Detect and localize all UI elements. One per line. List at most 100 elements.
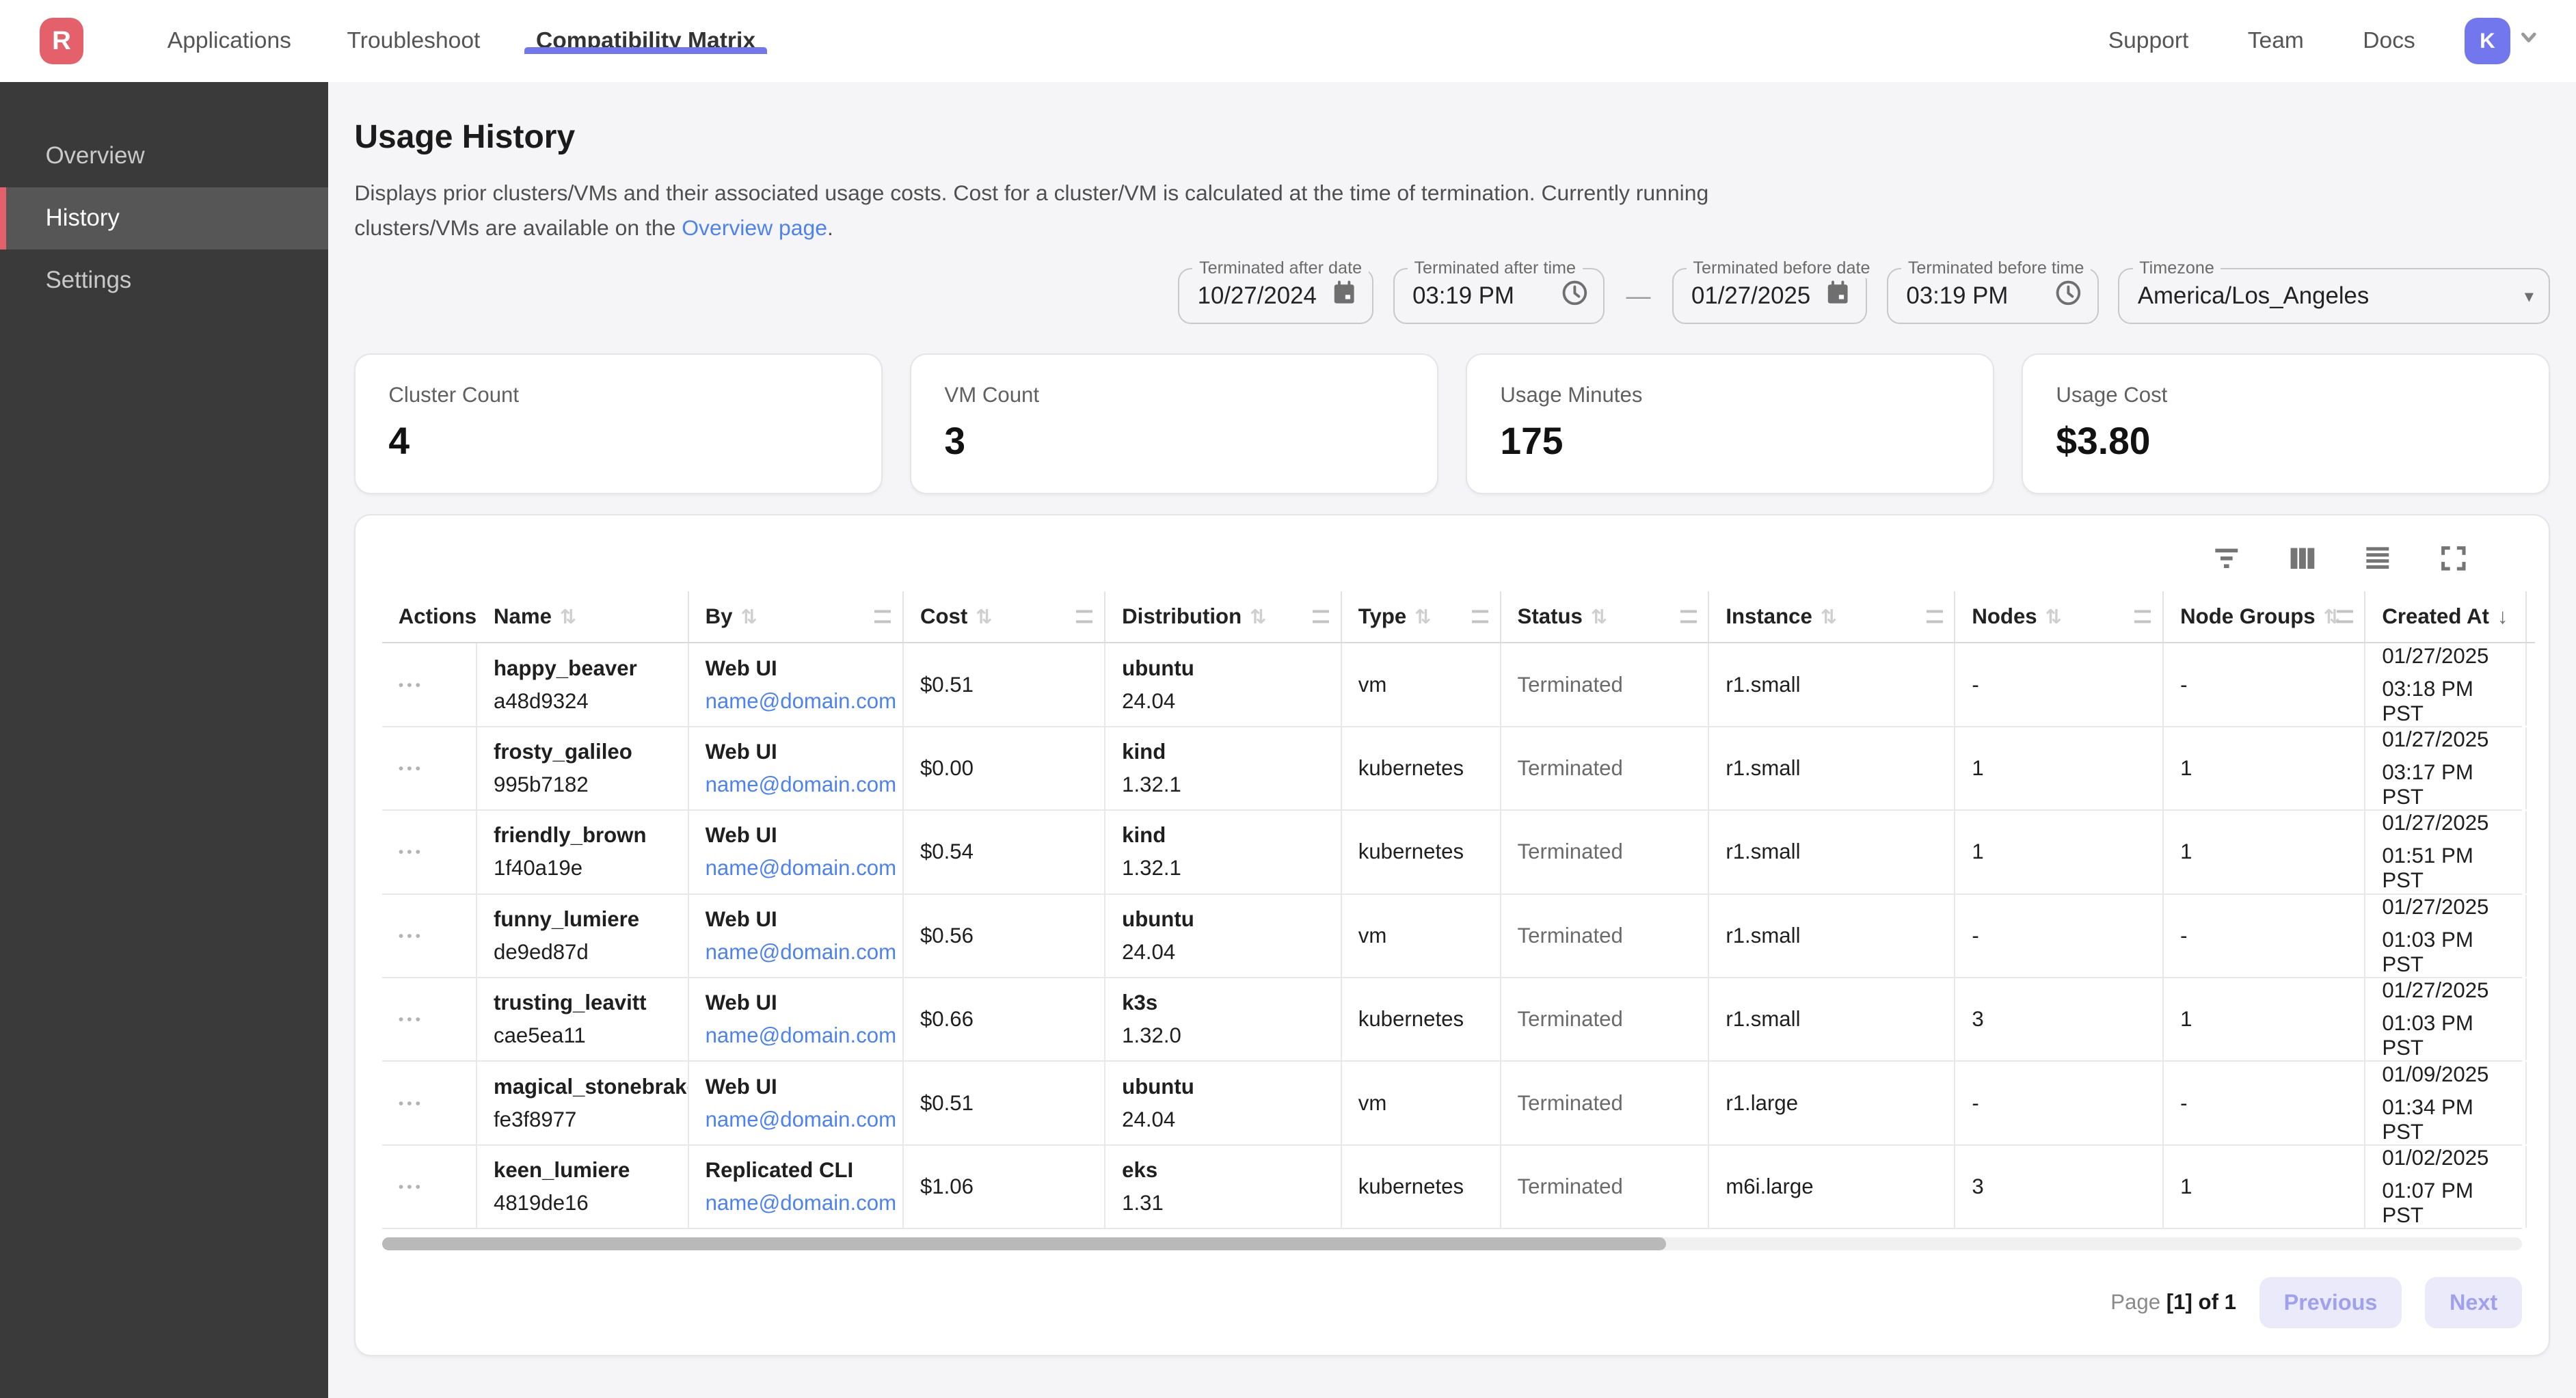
terminated-after-date-value[interactable]: 10/27/2024: [1198, 282, 1318, 310]
distribution-name: eks: [1122, 1158, 1324, 1183]
created-by-email-link[interactable]: name@domain.com: [706, 772, 886, 797]
row-actions-button[interactable]: •••: [399, 843, 459, 861]
cell-instance: m6i.large: [1709, 1146, 1955, 1228]
sort-icon[interactable]: ⇅: [2045, 605, 2062, 629]
column-menu-icon[interactable]: [1927, 610, 1943, 623]
calendar-icon[interactable]: [1318, 280, 1358, 312]
created-by: Web UI: [706, 907, 886, 932]
terminated-before-date-input[interactable]: Terminated before date 01/27/2025: [1672, 268, 1868, 324]
distribution-name: kind: [1122, 740, 1324, 764]
created-by-email-link[interactable]: name@domain.com: [706, 1107, 886, 1132]
sort-icon[interactable]: ⇅: [1821, 605, 1837, 629]
sort-icon[interactable]: ⇅: [740, 605, 757, 629]
page-description: Displays prior clusters/VMs and their as…: [354, 176, 2549, 245]
node-groups-value: -: [2180, 924, 2348, 948]
cell-actions: •••: [382, 978, 477, 1060]
distribution-version: 1.32.1: [1122, 772, 1324, 797]
column-menu-icon[interactable]: [1680, 610, 1697, 623]
row-actions-button[interactable]: •••: [399, 1178, 459, 1196]
column-header[interactable]: Cost ⇅: [904, 591, 1105, 643]
distribution-name: ubuntu: [1122, 1075, 1324, 1099]
sort-icon[interactable]: ⇅: [1591, 605, 1607, 629]
timezone-value[interactable]: America/Los_Angeles: [2138, 282, 2512, 310]
created-by-email-link[interactable]: name@domain.com: [706, 689, 886, 714]
column-menu-icon[interactable]: [1472, 610, 1488, 623]
terminated-before-time-input[interactable]: Terminated before time 03:19 PM: [1887, 268, 2099, 324]
column-header-label: Cost: [920, 604, 967, 629]
column-header[interactable]: Name ⇅: [477, 591, 689, 643]
clock-icon[interactable]: [2041, 279, 2082, 314]
overview-page-link[interactable]: Overview page: [682, 215, 827, 240]
column-header[interactable]: Type ⇅: [1342, 591, 1501, 643]
columns-icon[interactable]: [2286, 542, 2319, 575]
column-menu-icon[interactable]: [1313, 610, 1329, 623]
replicated-logo[interactable]: R: [40, 18, 84, 64]
sidebar-item-settings[interactable]: Settings: [0, 250, 328, 312]
sidebar-item-overview[interactable]: Overview: [0, 124, 328, 187]
nav-tab-applications[interactable]: Applications: [139, 28, 319, 54]
distribution-name: kind: [1122, 823, 1324, 848]
row-actions-button[interactable]: •••: [399, 760, 459, 777]
column-menu-icon[interactable]: [874, 610, 891, 623]
column-header[interactable]: Status ⇅: [1501, 591, 1710, 643]
column-menu-icon[interactable]: [2134, 610, 2151, 623]
row-actions-button[interactable]: •••: [399, 1094, 459, 1112]
previous-page-button[interactable]: Previous: [2259, 1277, 2402, 1328]
column-header[interactable]: By ⇅: [689, 591, 904, 643]
created-by-email-link[interactable]: name@domain.com: [706, 1023, 886, 1048]
sort-icon[interactable]: ⇅: [976, 605, 992, 629]
row-actions-button[interactable]: •••: [399, 1010, 459, 1028]
dropdown-caret-icon[interactable]: ▾: [2525, 286, 2534, 307]
sidebar-item-history[interactable]: History: [0, 187, 328, 250]
terminated-after-time-value[interactable]: 03:19 PM: [1412, 282, 1548, 310]
avatar[interactable]: K: [2465, 18, 2510, 64]
row-actions-button[interactable]: •••: [399, 927, 459, 945]
created-by-email-link[interactable]: name@domain.com: [706, 940, 886, 965]
column-header[interactable]: Nodes ⇅: [1955, 591, 2164, 643]
sort-icon[interactable]: ⇅: [560, 605, 576, 629]
next-page-button[interactable]: Next: [2425, 1277, 2522, 1328]
density-icon[interactable]: [2361, 542, 2394, 575]
cell-by: Replicated CLI name@domain.com: [689, 1146, 904, 1228]
filter-icon[interactable]: [2210, 542, 2243, 575]
nodes-value: 1: [1972, 839, 2146, 864]
nav-link-team[interactable]: Team: [2218, 28, 2334, 54]
cost-value: $0.51: [920, 673, 1088, 697]
cell-status: Terminated: [1501, 1146, 1710, 1228]
created-time: 01:34 PM PST: [2382, 1095, 2508, 1144]
table-row: ••• friendly_brown 1f40a19e Web UI name@…: [382, 811, 2522, 894]
column-header[interactable]: Instance ⇅: [1709, 591, 1955, 643]
terminated-after-date-input[interactable]: Terminated after date 10/27/2024: [1178, 268, 1373, 324]
column-header[interactable]: Created At ↓: [2365, 591, 2526, 643]
nav-link-support[interactable]: Support: [2079, 28, 2218, 54]
horizontal-scrollbar-thumb[interactable]: [382, 1237, 1666, 1250]
terminated-after-time-input[interactable]: Terminated after time 03:19 PM: [1393, 268, 1605, 324]
stat-card-usage-minutes: Usage Minutes 175: [1466, 353, 1994, 494]
calendar-icon[interactable]: [1812, 280, 1851, 312]
column-header[interactable]: Actions: [382, 591, 477, 643]
column-header[interactable]: Distribution ⇅: [1105, 591, 1342, 643]
row-actions-button[interactable]: •••: [399, 676, 459, 694]
nav-link-docs[interactable]: Docs: [2333, 28, 2445, 54]
column-menu-icon[interactable]: [2337, 610, 2353, 623]
nav-tab-compatibility-matrix[interactable]: Compatibility Matrix: [508, 28, 783, 54]
sort-icon[interactable]: ⇅: [1414, 605, 1431, 629]
distribution-version: 1.31: [1122, 1191, 1324, 1215]
sort-icon[interactable]: ↓: [2497, 604, 2508, 629]
cell-by: Web UI name@domain.com: [689, 727, 904, 809]
app-viewport: R Applications Troubleshoot Compatibilit…: [0, 0, 2576, 1398]
sort-icon[interactable]: ⇅: [1250, 605, 1266, 629]
column-menu-icon[interactable]: [1076, 610, 1092, 623]
column-header[interactable]: Node Groups ⇅: [2164, 591, 2365, 643]
table-toolbar: [382, 535, 2536, 591]
nav-tab-troubleshoot[interactable]: Troubleshoot: [319, 28, 508, 54]
cell-actions: •••: [382, 1062, 477, 1144]
clock-icon[interactable]: [1548, 279, 1589, 314]
fullscreen-icon[interactable]: [2437, 542, 2469, 575]
account-menu[interactable]: K: [2465, 18, 2540, 64]
terminated-before-date-value[interactable]: 01/27/2025: [1691, 282, 1812, 310]
created-by-email-link[interactable]: name@domain.com: [706, 856, 886, 881]
created-by-email-link[interactable]: name@domain.com: [706, 1191, 886, 1215]
terminated-before-time-value[interactable]: 03:19 PM: [1906, 282, 2041, 310]
timezone-select[interactable]: Timezone America/Los_Angeles ▾: [2118, 268, 2549, 324]
